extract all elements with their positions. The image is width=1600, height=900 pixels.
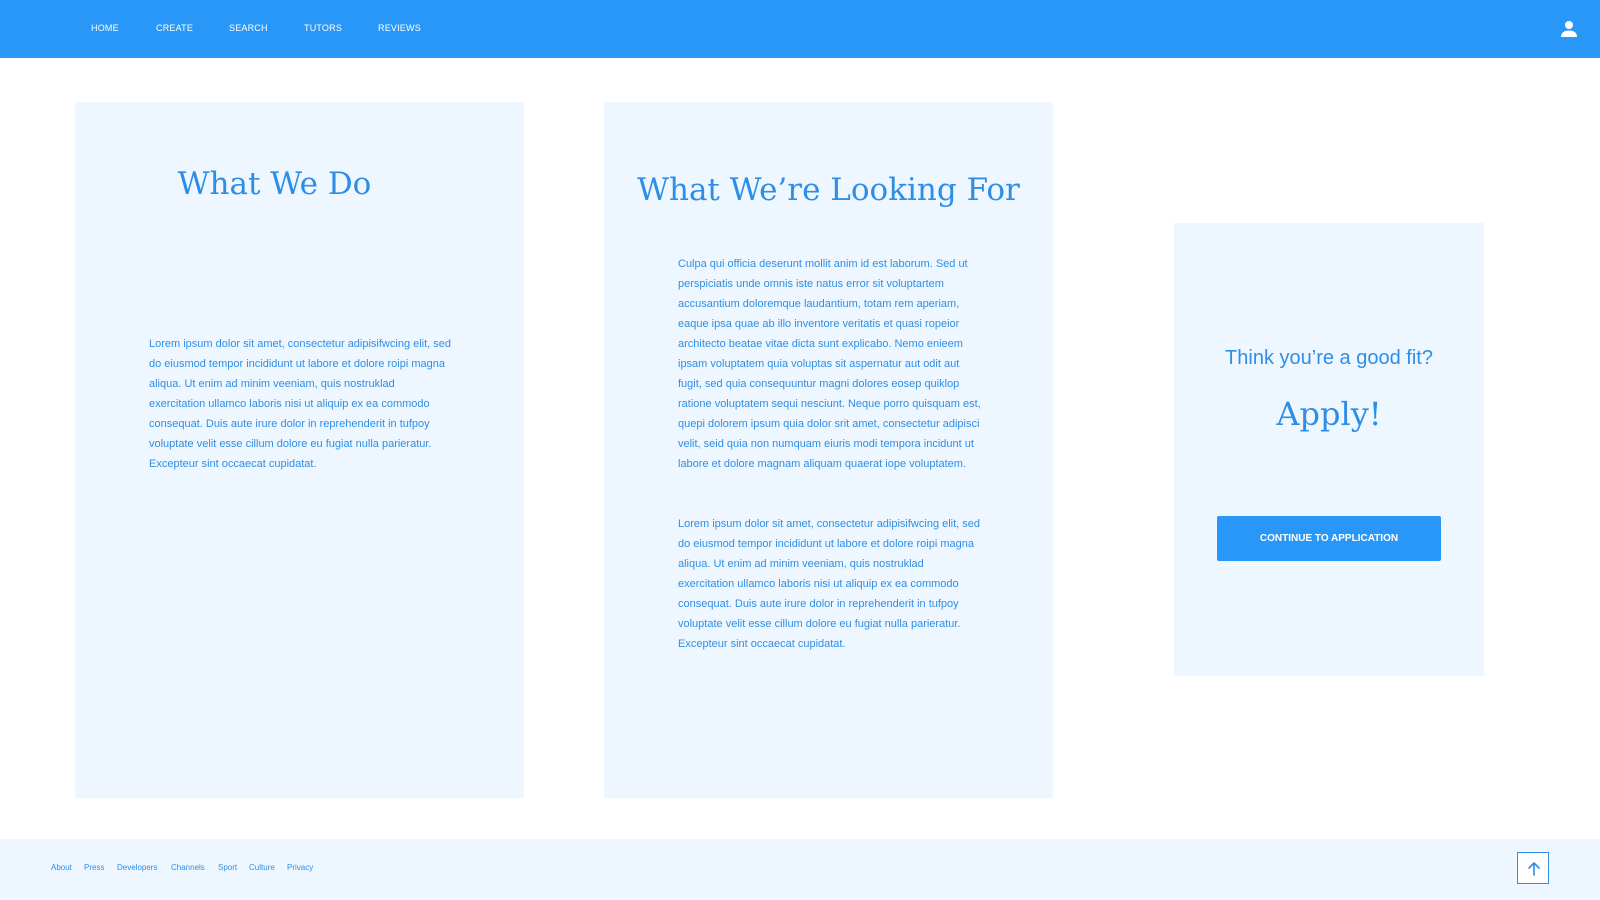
user-icon[interactable] (1560, 20, 1578, 38)
footer-link-culture[interactable]: Culture (249, 863, 275, 872)
footer-link-privacy[interactable]: Privacy (287, 863, 313, 872)
looking-for-body-paragraph-2: Lorem ipsum dolor sit amet, consectetur … (678, 518, 981, 650)
what-we-do-panel: What We Do Lorem ipsum dolor sit amet, c… (75, 102, 524, 798)
nav-item-home[interactable]: HOME (91, 23, 119, 33)
nav-item-create[interactable]: CREATE (156, 23, 193, 33)
back-to-top-button[interactable] (1517, 852, 1549, 884)
looking-for-body-paragraph-1: Culpa qui officia deserunt mollit anim i… (678, 258, 981, 470)
good-fit-question: Think you’re a good fit? (1225, 347, 1433, 369)
looking-for-title: What We’re Looking For (637, 172, 1020, 208)
continue-to-application-button[interactable]: CONTINUE TO APPLICATION (1217, 516, 1441, 561)
what-we-do-title: What We Do (177, 166, 372, 202)
footer-link-channels[interactable]: Channels (171, 863, 205, 872)
top-nav-bar: HOME CREATE SEARCH TUTORS REVIEWS (0, 0, 1600, 58)
nav-item-tutors[interactable]: TUTORS (304, 23, 342, 33)
nav-item-search[interactable]: SEARCH (229, 23, 268, 33)
apply-panel: Think you’re a good fit? Apply! CONTINUE… (1174, 223, 1484, 676)
footer-link-sport[interactable]: Sport (218, 863, 237, 872)
looking-for-panel: What We’re Looking For Culpa qui officia… (604, 102, 1053, 798)
footer: About Press Developers Channels Sport Cu… (0, 839, 1600, 900)
what-we-do-body: Lorem ipsum dolor sit amet, consectetur … (149, 338, 452, 470)
footer-link-developers[interactable]: Developers (117, 863, 157, 872)
footer-link-about[interactable]: About (51, 863, 72, 872)
footer-link-press[interactable]: Press (84, 863, 104, 872)
apply-heading: Apply! (1276, 395, 1382, 433)
nav-item-reviews[interactable]: REVIEWS (378, 23, 421, 33)
